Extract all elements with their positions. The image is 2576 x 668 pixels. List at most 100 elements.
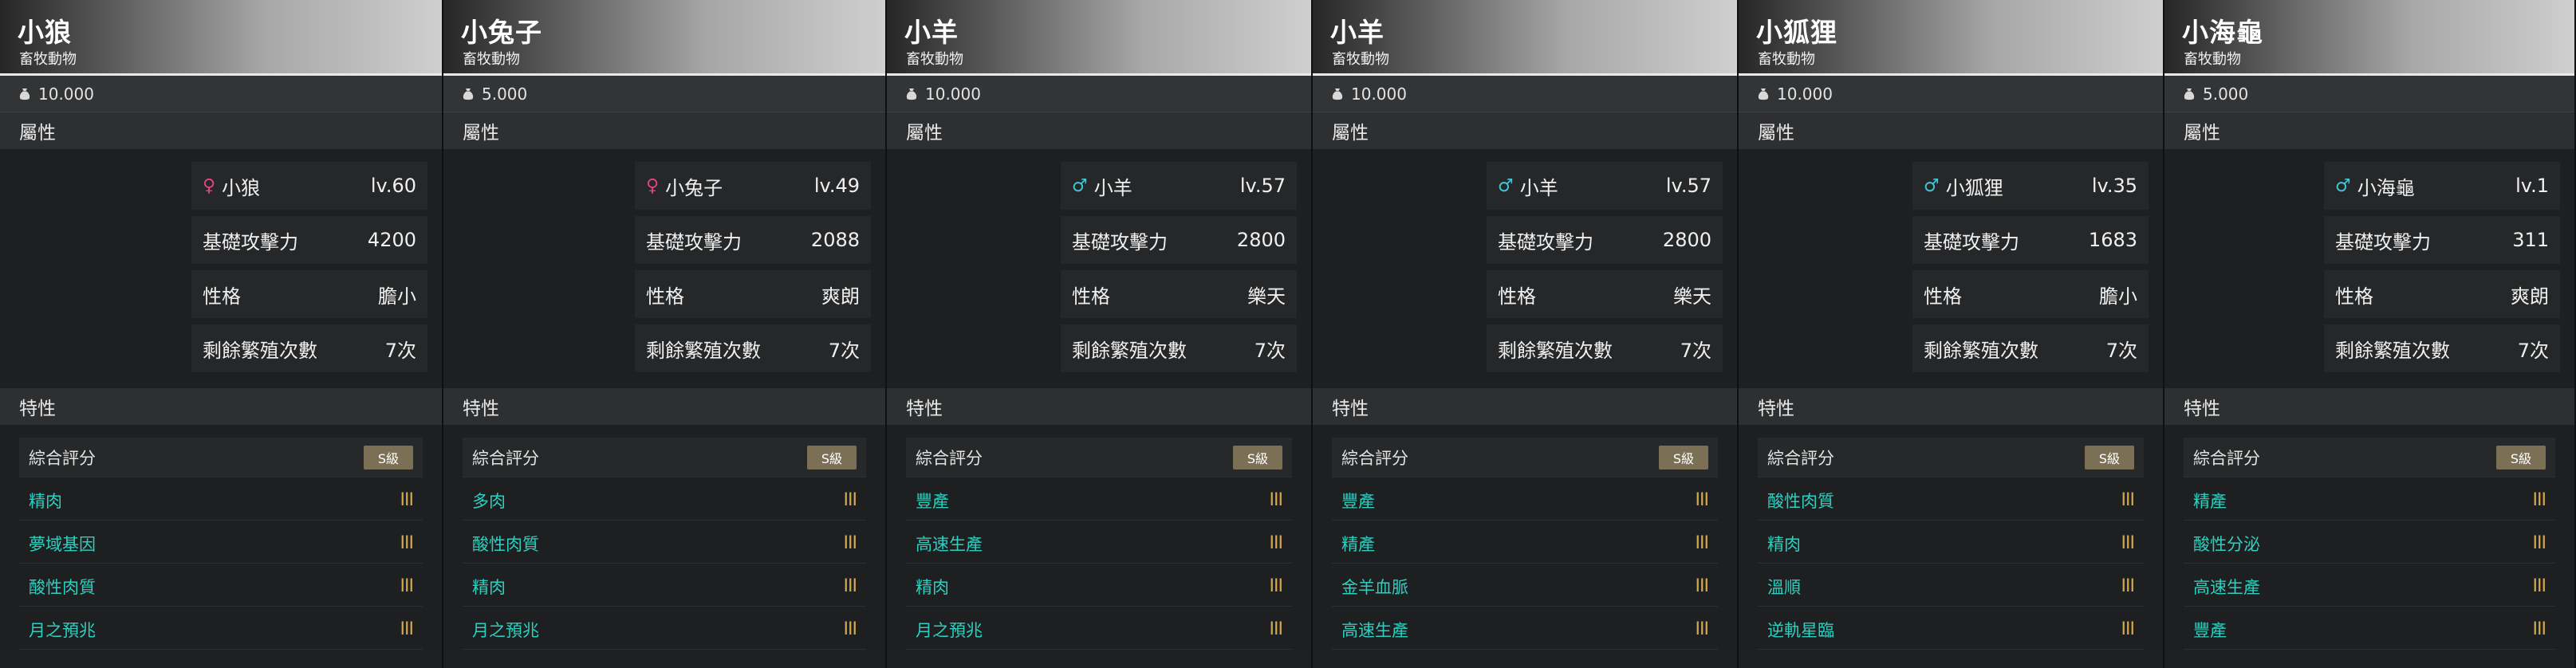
trait-row[interactable]: 高速生產 III	[1332, 610, 1718, 650]
level-value: lv.35	[2091, 175, 2137, 197]
trait-row[interactable]: 豐產 III	[2184, 610, 2555, 650]
trait-row[interactable]: 精產 III	[2184, 481, 2555, 521]
trait-row[interactable]: 月之預兆 III	[463, 610, 866, 650]
attack-row: 基礎攻擊力 4200	[191, 216, 427, 264]
animal-name: 小狼	[18, 17, 72, 48]
animal-name: 小海龜	[2182, 17, 2263, 48]
money-bag-icon	[19, 88, 30, 100]
price-row: 5.000	[443, 76, 885, 112]
attributes-table: ♂ 小羊 lv.57 基礎攻擊力 2800 性格 樂天 剩餘繁殖次數 7次	[1487, 162, 1723, 379]
overall-rating-label: 綜合評分	[916, 448, 983, 468]
price-row: 5.000	[2164, 76, 2574, 112]
animal-category: 畜牧動物	[19, 51, 77, 68]
animal-name: 小兔子	[461, 17, 542, 48]
attack-label: 基礎攻擊力	[1072, 230, 1168, 253]
trait-row[interactable]: 精產 III	[1332, 524, 1718, 564]
animal-card[interactable]: 小兔子 畜牧動物 5.000 屬性 ♀ 小兔子 lv.49 基礎攻擊力 2088…	[443, 0, 887, 668]
trait-name: 多肉	[472, 491, 506, 511]
trait-row[interactable]: 酸性分泌 III	[2184, 524, 2555, 564]
breeding-row: 剩餘繁殖次數 7次	[1061, 324, 1297, 372]
price-value: 5.000	[2203, 84, 2249, 104]
gender-icon: ♀	[646, 175, 660, 196]
trait-tier: III	[1269, 490, 1283, 510]
trait-row[interactable]: 酸性肉質 III	[19, 567, 423, 607]
price-value: 10.000	[1351, 84, 1407, 104]
traits-title: 特性	[1332, 399, 1369, 419]
attributes-panel: ♀ 小兔子 lv.49 基礎攻擊力 2088 性格 爽朗 剩餘繁殖次數 7次	[443, 149, 885, 388]
card-header: 小羊 畜牧動物	[887, 0, 1311, 76]
breeding-row: 剩餘繁殖次數 7次	[1487, 324, 1723, 372]
personality-value: 樂天	[1673, 285, 1711, 308]
trait-name: 精肉	[916, 577, 949, 597]
trait-row[interactable]: 多肉 III	[463, 481, 866, 521]
level-value: lv.57	[1239, 175, 1286, 197]
trait-row[interactable]: 月之預兆 III	[906, 610, 1292, 650]
animal-card[interactable]: 小狐狸 畜牧動物 10.000 屬性 ♂ 小狐狸 lv.35 基礎攻擊力 168…	[1739, 0, 2164, 668]
attributes-table: ♂ 小狐狸 lv.35 基礎攻擊力 1683 性格 膽小 剩餘繁殖次數 7次	[1912, 162, 2149, 379]
trait-row[interactable]: 溫順 III	[1758, 567, 2144, 607]
traits-section-header: 特性	[1313, 388, 1737, 425]
trait-tier: III	[1695, 533, 1709, 553]
attributes-section-header: 屬性	[887, 112, 1311, 149]
rank-badge: S級	[363, 445, 413, 470]
attributes-panel: ♂ 小羊 lv.57 基礎攻擊力 2800 性格 樂天 剩餘繁殖次數 7次	[887, 149, 1311, 388]
trait-name: 精肉	[1767, 534, 1801, 554]
trait-name: 酸性肉質	[472, 534, 539, 554]
attack-row: 基礎攻擊力 2800	[1487, 216, 1723, 264]
traits-panel: 綜合評分 S級 豐產 III 高速生產 III 精肉 III 月之預兆 III	[887, 425, 1311, 650]
traits-title: 特性	[1758, 399, 1794, 419]
trait-tier: III	[400, 619, 414, 639]
trait-row[interactable]: 逆軌星臨 III	[1758, 610, 2144, 650]
breeding-label: 剩餘繁殖次數	[646, 339, 761, 362]
trait-row[interactable]: 精肉 III	[1758, 524, 2144, 564]
breeding-label: 剩餘繁殖次數	[2335, 339, 2450, 362]
trait-row[interactable]: 豐產 III	[906, 481, 1292, 521]
trait-tier: III	[1269, 576, 1283, 596]
animal-card[interactable]: 小海龜 畜牧動物 5.000 屬性 ♂ 小海龜 lv.1 基礎攻擊力 311 性…	[2164, 0, 2576, 668]
name-level-row: ♀ 小狼 lv.60	[191, 162, 427, 210]
trait-row[interactable]: 豐產 III	[1332, 481, 1718, 521]
overall-rating-label: 綜合評分	[472, 448, 539, 468]
trait-row[interactable]: 夢域基因 III	[19, 524, 423, 564]
animal-category: 畜牧動物	[463, 51, 520, 68]
breeding-label: 剩餘繁殖次數	[203, 339, 317, 362]
trait-row[interactable]: 酸性肉質 III	[463, 524, 866, 564]
trait-row[interactable]: 高速生產 III	[906, 524, 1292, 564]
price-value: 10.000	[38, 84, 94, 104]
trait-row[interactable]: 酸性肉質 III	[1758, 481, 2144, 521]
trait-row[interactable]: 高速生產 III	[2184, 567, 2555, 607]
trait-name: 豐產	[916, 491, 949, 511]
attributes-title: 屬性	[906, 123, 943, 143]
card-header: 小羊 畜牧動物	[1313, 0, 1737, 76]
card-header: 小狐狸 畜牧動物	[1739, 0, 2163, 76]
personality-row: 性格 樂天	[1061, 270, 1297, 318]
attributes-panel: ♀ 小狼 lv.60 基礎攻擊力 4200 性格 膽小 剩餘繁殖次數 7次	[0, 149, 442, 388]
breeding-row: 剩餘繁殖次數 7次	[635, 324, 871, 372]
breeding-label: 剩餘繁殖次數	[1924, 339, 2038, 362]
attack-label: 基礎攻擊力	[203, 230, 298, 253]
attributes-panel: ♂ 小海龜 lv.1 基礎攻擊力 311 性格 爽朗 剩餘繁殖次數 7次	[2164, 149, 2574, 388]
attack-label: 基礎攻擊力	[1498, 230, 1593, 253]
animal-card[interactable]: 小狼 畜牧動物 10.000 屬性 ♀ 小狼 lv.60 基礎攻擊力 4200 …	[0, 0, 443, 668]
trait-row[interactable]: 精肉 III	[906, 567, 1292, 607]
gender-icon: ♂	[1924, 175, 1940, 196]
attack-row: 基礎攻擊力 2800	[1061, 216, 1297, 264]
attributes-title: 屬性	[19, 123, 56, 143]
overall-rating-row: 綜合評分 S級	[2184, 438, 2555, 477]
trait-row[interactable]: 精肉 III	[19, 481, 423, 521]
attr-animal-name: 小兔子	[665, 176, 723, 199]
overall-rating-label: 綜合評分	[1767, 448, 1834, 468]
trait-name: 高速生產	[916, 534, 983, 554]
animal-card[interactable]: 小羊 畜牧動物 10.000 屬性 ♂ 小羊 lv.57 基礎攻擊力 2800 …	[1313, 0, 1739, 668]
trait-row[interactable]: 月之預兆 III	[19, 610, 423, 650]
overall-rating-row: 綜合評分 S級	[1332, 438, 1718, 477]
animal-card[interactable]: 小羊 畜牧動物 10.000 屬性 ♂ 小羊 lv.57 基礎攻擊力 2800 …	[887, 0, 1313, 668]
trait-tier: III	[400, 576, 414, 596]
attributes-section-header: 屬性	[2164, 112, 2574, 149]
trait-name: 金羊血脈	[1341, 577, 1408, 597]
trait-row[interactable]: 精肉 III	[463, 567, 866, 607]
traits-panel: 綜合評分 S級 酸性肉質 III 精肉 III 溫順 III 逆軌星臨 III	[1739, 425, 2163, 650]
personality-value: 爽朗	[821, 285, 860, 308]
trait-row[interactable]: 金羊血脈 III	[1332, 567, 1718, 607]
attributes-table: ♂ 小海龜 lv.1 基礎攻擊力 311 性格 爽朗 剩餘繁殖次數 7次	[2324, 162, 2560, 379]
